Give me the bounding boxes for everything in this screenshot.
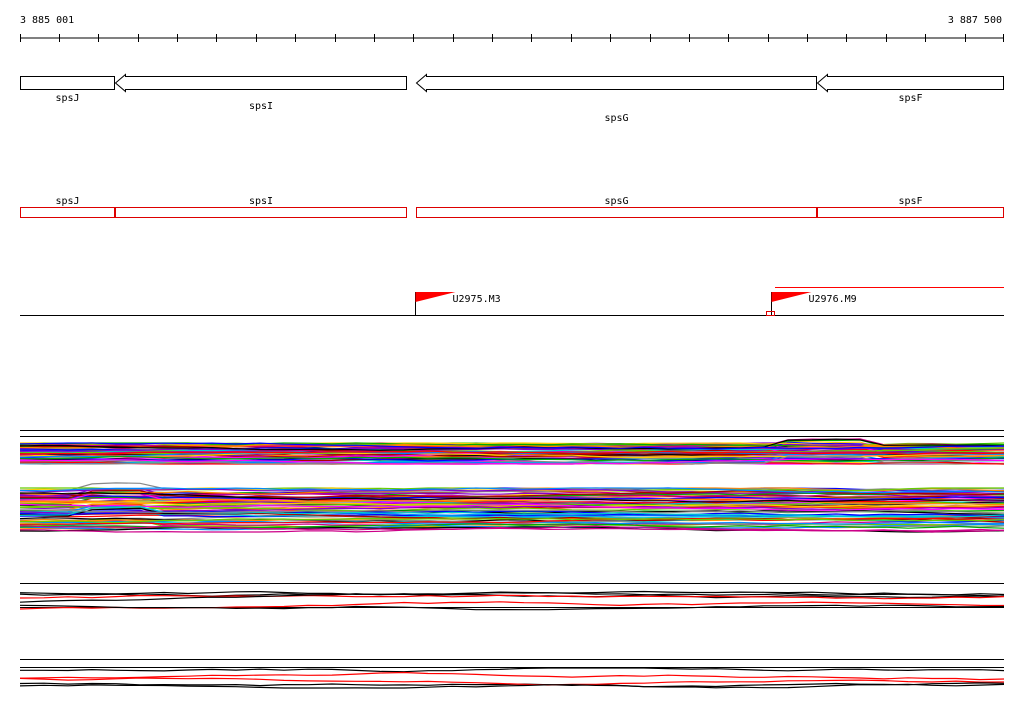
gene-box-spsG[interactable] xyxy=(416,207,817,218)
feature-flag-icon[interactable] xyxy=(771,292,812,302)
gene-box-spsJ[interactable] xyxy=(20,207,115,218)
ruler-start-label: 3 885 001 xyxy=(20,15,74,26)
gene-arrow-label: spsI xyxy=(249,101,273,112)
gene-arrow-spsG[interactable] xyxy=(415,73,817,93)
coverage-track-group-3 xyxy=(19,583,1005,611)
genome-view: 3 885 001 3 887 500 spsJ spsI spsG spsF sps… xyxy=(19,15,1005,689)
gene-box-spsF[interactable] xyxy=(817,207,1004,218)
feature-flag-icon[interactable] xyxy=(415,292,456,302)
feature-label: U2975.M3 xyxy=(453,294,501,305)
feature-marker-box xyxy=(766,311,775,316)
gene-arrow-spsI[interactable] xyxy=(114,73,407,93)
gene-arrow-label: spsG xyxy=(604,113,628,124)
ruler-end-label: 3 887 500 xyxy=(948,15,1002,26)
gene-box-label: spsJ xyxy=(55,196,79,207)
gene-box-spsI[interactable] xyxy=(115,207,407,218)
gene-box-label: spsG xyxy=(604,196,628,207)
coverage-trace xyxy=(20,667,1005,673)
gene-box-track: spsJ spsI spsG spsF xyxy=(20,196,1004,218)
feature-flag-track: U2975.M3 U2976.M9 xyxy=(20,287,1004,316)
genome-browser: 3 885 001 3 887 500 spsJ spsI spsG spsF sps… xyxy=(0,0,1024,714)
coordinate-ruler: 3 885 001 3 887 500 xyxy=(20,15,1004,42)
gene-arrow-track: spsJ spsI spsG spsF xyxy=(20,73,1004,124)
gene-arrow-label: spsJ xyxy=(55,93,79,104)
gene-box-label: spsF xyxy=(898,196,922,207)
feature-label: U2976.M9 xyxy=(809,294,857,305)
coverage-track-group-1 xyxy=(19,430,1005,465)
coverage-track-group-2 xyxy=(19,482,1005,533)
gene-arrow-spsF[interactable] xyxy=(816,73,1004,93)
gene-arrow-spsJ[interactable] xyxy=(20,76,115,90)
coverage-track-group-4 xyxy=(19,659,1005,689)
gene-arrow-label: spsF xyxy=(898,93,922,104)
gene-box-label: spsI xyxy=(249,196,273,207)
